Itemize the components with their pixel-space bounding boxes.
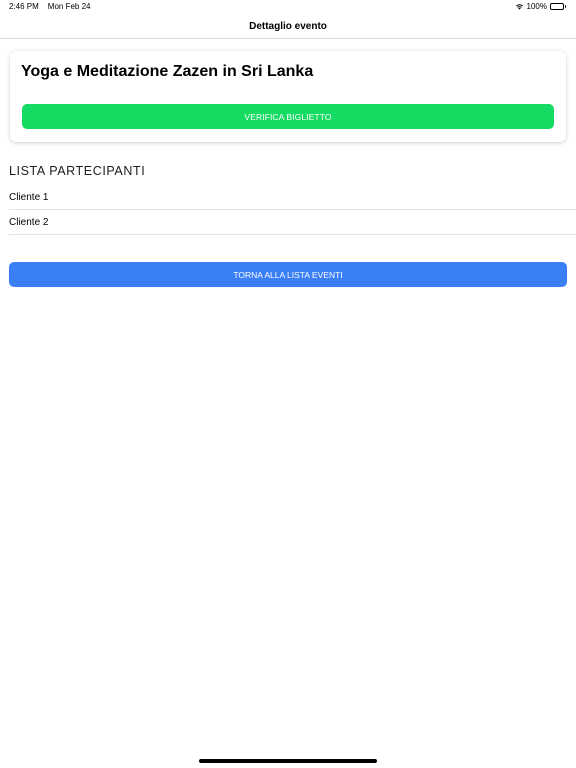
wifi-icon [515,4,523,10]
list-item[interactable]: Cliente 2 [0,210,576,235]
screen: 2:46 PM Mon Feb 24 100% Dettaglio evento … [0,0,576,768]
status-date: Mon Feb 24 [47,2,91,11]
battery-body [550,3,564,10]
event-title: Yoga e Meditazione Zazen in Sri Lanka [21,63,314,80]
nav-title: Dettaglio evento [249,20,327,32]
battery-icon [550,3,566,10]
navigation-bar: Dettaglio evento [0,14,576,39]
participants-list: Cliente 1 Cliente 2 [0,185,576,235]
list-item[interactable]: Cliente 1 [0,185,576,210]
participants-heading: LISTA PARTECIPANTI [9,164,146,178]
status-left: 2:46 PM Mon Feb 24 [9,2,91,11]
battery-cap [565,5,566,8]
battery-percent: 100% [526,2,547,11]
verify-ticket-button[interactable]: VERIFICA BIGLIETTO [22,104,554,129]
event-card: Yoga e Meditazione Zazen in Sri Lanka VE… [10,51,566,142]
status-bar: 2:46 PM Mon Feb 24 100% [0,0,576,14]
home-indicator[interactable] [199,759,377,763]
back-to-events-button[interactable]: TORNA ALLA LISTA EVENTI [9,262,567,287]
status-time: 2:46 PM [9,2,39,11]
status-right: 100% [515,2,566,11]
